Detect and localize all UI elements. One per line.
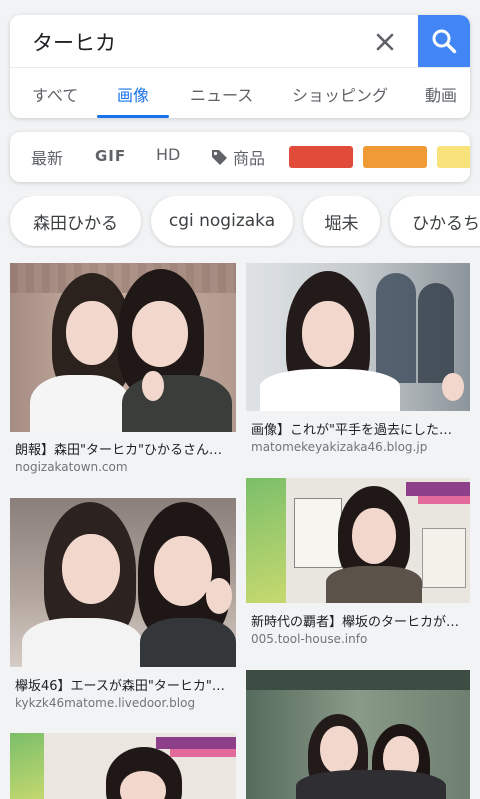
color-filter-red[interactable] [289,146,353,168]
image-thumbnail [10,263,236,432]
image-result[interactable] [10,733,236,799]
tab-images[interactable]: 画像 [117,82,149,106]
filter-hd[interactable]: HD [156,145,180,164]
result-source: kykzk46matome.livedoor.blog [15,696,196,710]
related-searches: 森田ひかる cgi nogizaka 堀未 ひかるち [0,196,480,248]
tab-news[interactable]: ニュース [190,82,253,106]
image-result[interactable]: 欅坂46】エースが森田"ターヒカ"… kykzk46matome.livedoo… [10,498,236,713]
chip-related[interactable]: 森田ひかる [10,196,141,246]
image-thumbnail [10,733,236,799]
chip-related[interactable]: 堀未 [303,196,380,246]
tag-icon [212,149,227,165]
result-source: nogizakatown.com [15,460,128,474]
image-result[interactable]: 画像】これが"平手を過去にした… matomekeyakizaka46.blog… [246,263,470,463]
color-filter-orange[interactable] [363,146,427,168]
result-title: 朗報】森田"ターヒカ"ひかるさん… [15,443,222,458]
image-thumbnail [246,478,470,603]
close-icon [376,33,394,51]
tab-all[interactable]: すべて [32,82,78,106]
search-button[interactable] [418,15,470,67]
result-source: matomekeyakizaka46.blog.jp [251,440,428,454]
filter-gif[interactable]: GIF [95,147,126,165]
clear-search-button[interactable] [370,27,400,57]
image-thumbnail [10,498,236,667]
result-title: 新時代の覇者】欅坂のターヒカが… [251,615,460,630]
filter-bar: 最新 GIF HD 商品 [10,132,470,182]
filter-latest[interactable]: 最新 [31,145,63,169]
color-filter-yellow[interactable] [437,146,470,168]
tab-videos[interactable]: 動画 [425,82,457,106]
search-input[interactable]: ターヒカ [32,27,116,57]
image-thumbnail [246,670,470,799]
search-card: ターヒカ すべて 画像 ニュース ショッピング 動画 [10,15,470,118]
chip-related[interactable]: ひかるち [390,196,480,246]
tab-bar: すべて 画像 ニュース ショッピング 動画 [10,68,470,118]
result-title: 画像】これが"平手を過去にした… [251,423,452,438]
search-icon [432,29,457,54]
tab-shopping[interactable]: ショッピング [292,82,388,106]
active-tab-indicator [97,115,169,118]
chip-related[interactable]: cgi nogizaka [151,196,293,246]
result-title: 欅坂46】エースが森田"ターヒカ"… [15,679,225,694]
result-source: 005.tool-house.info [251,632,368,646]
filter-products-label: 商品 [233,149,266,168]
image-result[interactable]: 新時代の覇者】欅坂のターヒカが… 005.tool-house.info [246,478,470,656]
image-result[interactable] [246,670,470,799]
search-bar: ターヒカ [10,15,470,67]
filter-products[interactable]: 商品 [211,145,265,169]
image-thumbnail [246,263,470,411]
image-result[interactable]: 朗報】森田"ターヒカ"ひかるさん… nogizakatown.com [10,263,236,478]
